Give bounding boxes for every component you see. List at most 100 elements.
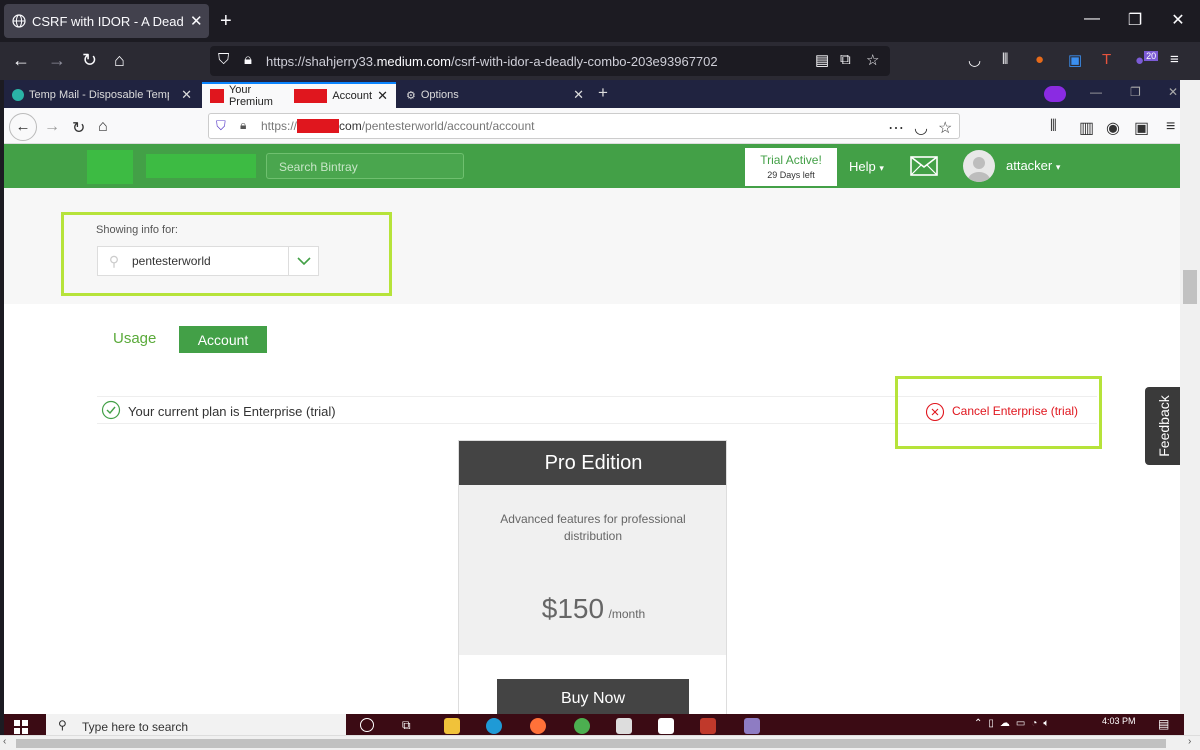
pro-card-description: Advanced features for professional distr… bbox=[500, 512, 686, 543]
lock-icon[interactable]: 🔒︎ bbox=[244, 51, 252, 68]
taskbar-search-input[interactable]: Type here to search bbox=[46, 714, 346, 735]
paint-icon[interactable] bbox=[744, 718, 760, 734]
tab-usage[interactable]: Usage bbox=[113, 330, 156, 347]
scrollbar-thumb[interactable] bbox=[16, 739, 1166, 748]
maximize-button[interactable]: ❐ bbox=[1113, 10, 1157, 30]
more-icon[interactable]: ⋯ bbox=[888, 118, 904, 138]
buy-now-button[interactable]: Buy Now bbox=[497, 679, 689, 719]
scroll-right-icon[interactable]: › bbox=[1188, 736, 1191, 747]
extension-badge-icon[interactable]: ● 20 bbox=[1135, 51, 1159, 69]
feedback-button[interactable]: Feedback bbox=[1145, 387, 1182, 465]
reader-view-icon[interactable]: ▤ bbox=[815, 51, 829, 69]
inner-url-bar[interactable]: https:// com/pentesterworld/account/accou… bbox=[208, 113, 960, 139]
mail-app-icon[interactable] bbox=[658, 718, 674, 734]
chevron-down-icon[interactable] bbox=[288, 247, 318, 275]
gear-icon: ⚙ bbox=[406, 89, 416, 102]
mail-icon[interactable] bbox=[910, 156, 938, 176]
new-tab-button[interactable]: + bbox=[598, 83, 608, 103]
reload-icon[interactable]: ↻ bbox=[72, 118, 85, 138]
minimize-button[interactable]: — bbox=[1070, 10, 1114, 28]
forward-icon[interactable]: → bbox=[48, 50, 66, 71]
avatar[interactable] bbox=[963, 150, 995, 182]
extension-fox-icon[interactable]: ● bbox=[1035, 51, 1044, 68]
account-icon[interactable]: ◉ bbox=[1106, 118, 1120, 138]
url-domain-end: com bbox=[339, 119, 362, 133]
tab-account[interactable]: Account bbox=[179, 326, 267, 353]
user-menu[interactable]: attacker ▾ bbox=[1006, 158, 1060, 173]
scrollbar-thumb[interactable] bbox=[1183, 270, 1197, 304]
close-icon[interactable]: ✕ bbox=[573, 87, 584, 103]
menu-icon[interactable]: ≡ bbox=[1170, 51, 1179, 68]
translate-icon[interactable]: ⧉ bbox=[840, 51, 851, 68]
task-view-icon[interactable]: ⧉ bbox=[402, 718, 418, 734]
system-tray-icons[interactable]: ⌃▯☁▭◔🔈︎ bbox=[974, 718, 1055, 729]
help-menu[interactable]: Help ▾ bbox=[849, 159, 884, 174]
outer-url-bar[interactable]: https://shahjerry33. medium.com/csrf-with… bbox=[210, 46, 890, 76]
inner-tab-tempmail[interactable]: Temp Mail - Disposable Tempo ✕ bbox=[4, 82, 200, 108]
outer-tab-active[interactable]: CSRF with IDOR - A Deadly Con ✕ bbox=[4, 4, 209, 38]
bookmark-star-icon[interactable]: ☆ bbox=[938, 118, 952, 138]
shield-icon[interactable]: ⛉ bbox=[218, 51, 229, 68]
trial-status-badge[interactable]: Trial Active! 29 Days left bbox=[745, 148, 837, 186]
redacted-domain bbox=[297, 119, 340, 133]
extension-t-icon[interactable]: T bbox=[1102, 51, 1111, 68]
extension-translate-icon[interactable]: ▣ bbox=[1068, 51, 1082, 69]
reload-icon[interactable]: ↻ bbox=[82, 50, 97, 71]
inner-tab-account[interactable]: Your Premium Account ✕ bbox=[202, 82, 396, 108]
caret-down-icon: ▾ bbox=[879, 163, 884, 173]
search-input[interactable]: Search Bintray bbox=[266, 153, 464, 179]
extension-icon[interactable]: ▣ bbox=[1134, 118, 1149, 138]
back-icon[interactable]: ← bbox=[12, 50, 30, 71]
lock-icon[interactable]: 🔒︎ bbox=[240, 118, 246, 133]
inner-tab-options[interactable]: ⚙ Options ✕ bbox=[398, 82, 592, 108]
menu-icon[interactable]: ≡ bbox=[1166, 118, 1175, 136]
cancel-plan-link[interactable]: Cancel Enterprise (trial) bbox=[952, 404, 1078, 418]
vertical-scrollbar[interactable] bbox=[1180, 80, 1200, 735]
tab-label-start: Your Premium bbox=[228, 84, 273, 108]
sidebar-icon[interactable]: ▥ bbox=[1079, 118, 1094, 138]
burp-icon[interactable] bbox=[700, 718, 716, 734]
notification-icon[interactable]: ▤ bbox=[1158, 717, 1169, 731]
taskbar-clock[interactable]: 4:03 PM bbox=[1102, 716, 1136, 726]
site-logo[interactable] bbox=[87, 150, 133, 184]
forward-icon[interactable]: → bbox=[44, 118, 60, 136]
shield-icon[interactable]: ⛉ bbox=[216, 118, 226, 134]
windows-start-icon[interactable] bbox=[14, 720, 28, 734]
site-header: Search Bintray Trial Active! 29 Days lef… bbox=[4, 144, 1184, 188]
pocket-icon[interactable]: ◡ bbox=[968, 51, 981, 69]
trial-title: Trial Active! bbox=[760, 153, 822, 167]
close-icon[interactable]: ✕ bbox=[190, 12, 203, 30]
site-logo-text[interactable] bbox=[146, 154, 256, 178]
window-close-button[interactable]: ✕ bbox=[1156, 10, 1200, 30]
back-icon[interactable]: ← bbox=[9, 113, 37, 141]
bookmark-star-icon[interactable]: ☆ bbox=[866, 51, 879, 69]
inner-close-button[interactable]: ✕ bbox=[1168, 85, 1178, 99]
file-explorer-icon[interactable] bbox=[444, 718, 460, 734]
library-icon[interactable]: ⫴ bbox=[1002, 51, 1008, 68]
chrome-icon[interactable] bbox=[574, 718, 590, 734]
tab-label: Options bbox=[420, 89, 459, 101]
inner-browser: Temp Mail - Disposable Tempo ✕ Your Prem… bbox=[4, 80, 1184, 735]
inner-minimize-button[interactable]: — bbox=[1090, 85, 1102, 99]
private-mask-icon bbox=[1044, 86, 1066, 102]
pocket-icon[interactable]: ◡ bbox=[914, 118, 928, 138]
library-icon[interactable]: ⫴ bbox=[1050, 118, 1057, 136]
cancel-circle-icon[interactable] bbox=[925, 402, 945, 422]
scroll-left-icon[interactable]: ‹ bbox=[3, 736, 6, 747]
home-icon[interactable]: ⌂ bbox=[98, 118, 108, 136]
redacted-favicon bbox=[210, 89, 224, 103]
org-select[interactable]: ⚲ pentesterworld bbox=[97, 246, 319, 276]
horizontal-scrollbar[interactable]: ‹ › bbox=[0, 735, 1200, 750]
new-tab-button[interactable]: + bbox=[220, 10, 232, 33]
inner-maximize-button[interactable]: ❐ bbox=[1130, 85, 1141, 99]
firefox-icon[interactable] bbox=[530, 718, 546, 734]
tab-label-end: Account bbox=[332, 90, 373, 102]
notepad-icon[interactable] bbox=[616, 718, 632, 734]
url-prefix: https:// bbox=[261, 119, 298, 133]
home-icon[interactable]: ⌂ bbox=[114, 50, 125, 71]
edge-icon[interactable] bbox=[486, 718, 502, 734]
cortana-icon[interactable] bbox=[360, 718, 374, 732]
close-icon[interactable]: ✕ bbox=[377, 88, 388, 104]
windows-taskbar: Type here to search ⚲ ⧉ ⌃▯☁▭◔🔈︎ 4:03 PM … bbox=[4, 714, 1184, 735]
close-icon[interactable]: ✕ bbox=[181, 87, 192, 103]
